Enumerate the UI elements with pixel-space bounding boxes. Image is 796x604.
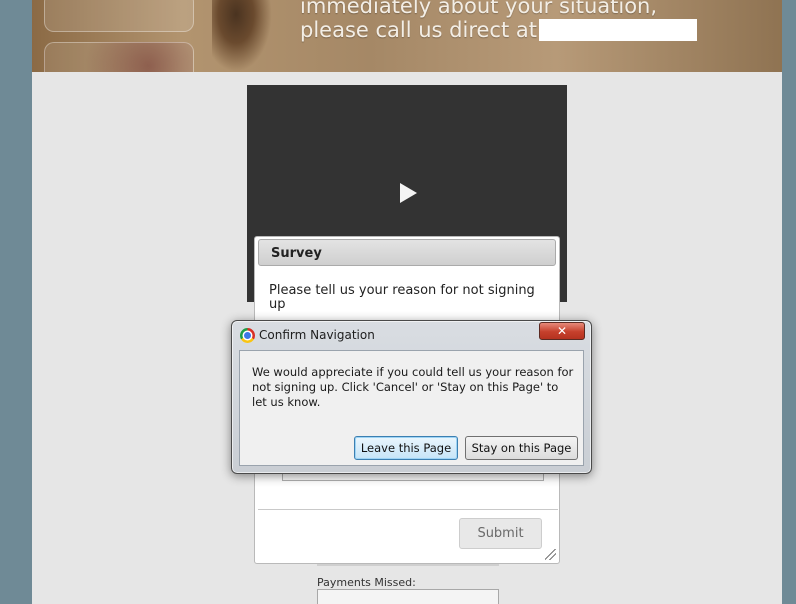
form-field-border [317, 564, 499, 566]
banner-line-1: immediately about your situation, [300, 0, 658, 18]
leave-page-button[interactable]: Leave this Page [354, 436, 458, 460]
banner-tile [44, 0, 194, 32]
close-icon: ✕ [556, 324, 568, 338]
banner-line-2: please call us direct at [300, 18, 760, 42]
banner-text: immediately about your situation, please… [300, 0, 760, 42]
banner-line-2-text: please call us direct at [300, 18, 537, 42]
payments-missed-label: Payments Missed: [317, 576, 416, 589]
dialog-title: Confirm Navigation [259, 328, 375, 342]
close-button[interactable]: ✕ [539, 322, 585, 340]
header-banner: immediately about your situation, please… [32, 0, 782, 72]
submit-button[interactable]: Submit [459, 518, 542, 549]
resize-grip-icon[interactable] [545, 549, 556, 560]
chrome-icon [240, 328, 255, 343]
confirm-navigation-dialog: Confirm Navigation ✕ We would appreciate… [231, 320, 592, 474]
stay-on-page-button[interactable]: Stay on this Page [465, 436, 578, 460]
dialog-message: We would appreciate if you could tell us… [252, 365, 574, 409]
gavel-image [212, 0, 272, 72]
survey-title: Survey [258, 239, 556, 266]
divider [258, 509, 558, 510]
play-icon[interactable] [400, 183, 417, 203]
payments-missed-input[interactable] [317, 589, 499, 604]
banner-tile [44, 42, 194, 72]
dialog-body: We would appreciate if you could tell us… [239, 350, 584, 466]
survey-question: Please tell us your reason for not signi… [269, 283, 535, 312]
phone-number-box [539, 19, 697, 41]
